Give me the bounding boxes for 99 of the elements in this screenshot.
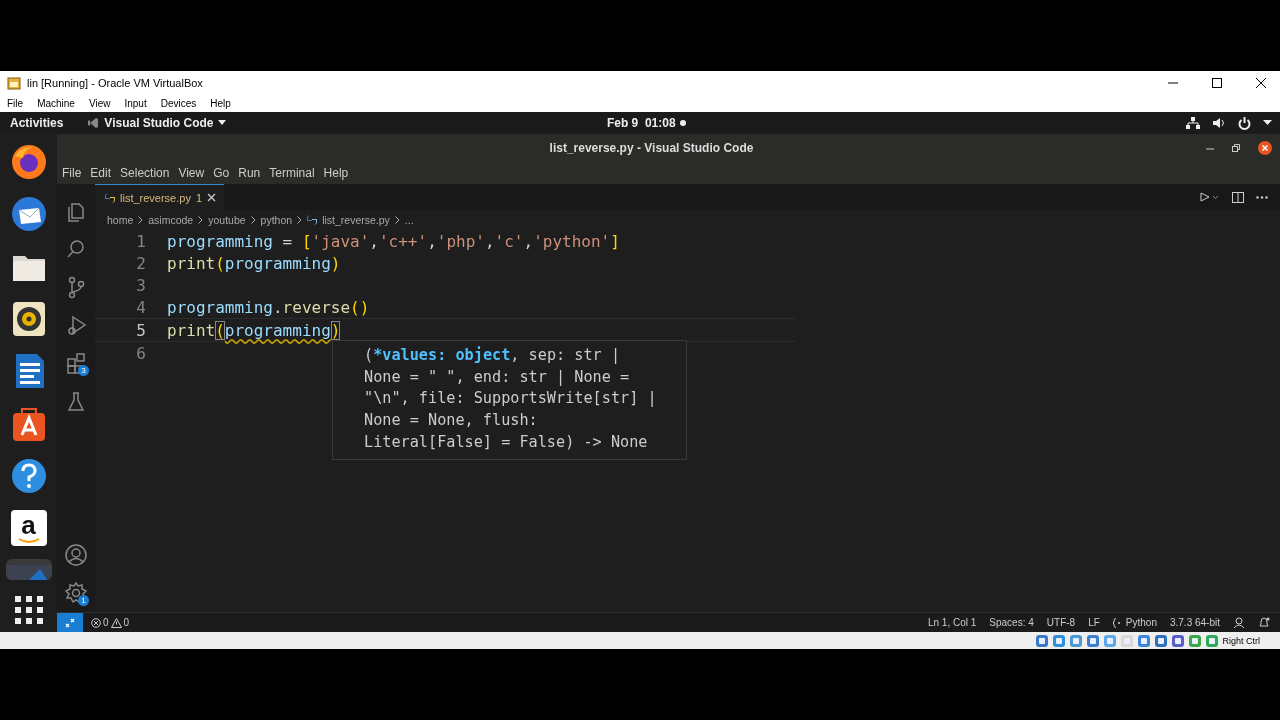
chevron-icon [198, 216, 204, 224]
encoding[interactable]: UTF-8 [1046, 617, 1076, 628]
interpreter[interactable]: 3.7.3 64-bit [1169, 617, 1220, 628]
mail-icon[interactable] [10, 196, 47, 233]
window-title: list_reverse.py - Visual Studio Code [548, 141, 755, 155]
menu-item[interactable]: Help [323, 166, 349, 180]
menu-item[interactable]: View [178, 166, 205, 180]
signature-text: None = None, flush: [364, 410, 539, 432]
count-badge: 3 [78, 365, 89, 376]
menu-item[interactable]: Devices [160, 97, 197, 109]
host-key-label: Right Ctrl [1222, 635, 1260, 646]
activities-button[interactable]: Activities [10, 116, 64, 130]
breadcrumb[interactable]: python [260, 214, 293, 226]
code-line: print(programming) [167, 253, 341, 273]
window-title: lin [Running] - Oracle VM VirtualBox [27, 76, 203, 89]
menu-item[interactable]: Machine [37, 97, 75, 109]
code-line: programming.reverse() [167, 297, 370, 317]
virtualization-icon[interactable] [1171, 633, 1186, 648]
run-icon[interactable] [1200, 192, 1220, 202]
signature-text: (*values: object, sep: str | [364, 345, 622, 366]
error-icon[interactable] [91, 617, 101, 628]
indentation[interactable]: Spaces: 4 [989, 617, 1034, 628]
help-icon[interactable] [10, 458, 47, 495]
tab-label: list_reverse.py [120, 191, 191, 204]
menu-item[interactable]: Run [238, 166, 261, 180]
app-icon [7, 75, 21, 90]
menu-item[interactable]: Edit [90, 166, 112, 180]
problem-count: 1 [195, 191, 203, 204]
menu-item[interactable]: File [7, 97, 24, 109]
line-number: 1 [135, 231, 146, 251]
power-icon[interactable] [1238, 116, 1251, 130]
maximize-icon[interactable] [1210, 76, 1224, 89]
launcher-icon[interactable]: a [10, 510, 47, 547]
python-file-icon [307, 215, 318, 225]
mouse-integration-icon[interactable] [1188, 633, 1203, 648]
smile-icon [17, 538, 40, 545]
menu-item[interactable]: Input [124, 97, 147, 109]
extensions-icon[interactable] [64, 351, 88, 375]
code-line: print(programming) [167, 320, 341, 340]
python-file-icon [105, 192, 115, 203]
warning-count[interactable]: 0 [123, 617, 130, 628]
menu-item[interactable]: File [62, 166, 82, 180]
feedback-icon[interactable] [1233, 616, 1245, 629]
caret-icon [218, 120, 227, 126]
signature-text: "\n", file: SupportsWrite[str] | [364, 388, 658, 410]
clock[interactable]: Feb 9 01:08 [606, 116, 676, 130]
close-icon[interactable] [1258, 141, 1272, 155]
caret-icon[interactable] [1263, 120, 1272, 126]
app-menu[interactable]: Visual Studio Code [104, 116, 214, 130]
chevron-icon [297, 216, 303, 224]
chevron-icon [250, 216, 256, 224]
speaker-icon[interactable] [10, 301, 47, 338]
menu-item[interactable]: Terminal [269, 166, 315, 180]
display-icon[interactable] [1137, 633, 1152, 648]
signature-text: Literal[False] = False) -> None [364, 431, 649, 453]
menu-item[interactable]: View [88, 97, 111, 109]
line-number: 3 [135, 275, 146, 295]
audio-icon[interactable] [1069, 633, 1084, 648]
network-icon[interactable] [1186, 117, 1200, 129]
braces-icon [1112, 617, 1122, 628]
video-capture-icon[interactable] [1154, 633, 1169, 648]
split-editor-icon[interactable] [1232, 191, 1244, 203]
menu-item[interactable]: Help [210, 97, 231, 109]
restore-icon[interactable] [1232, 144, 1240, 152]
breadcrumb[interactable]: home [107, 214, 134, 226]
line-number: 2 [135, 253, 146, 273]
line-number: 6 [135, 343, 146, 363]
app-logo-icon [87, 117, 100, 129]
shopping-bag-icon[interactable] [10, 405, 47, 442]
volume-icon[interactable] [1212, 117, 1226, 129]
breadcrumb[interactable]: asimcode [148, 214, 194, 226]
keyboard-icon[interactable] [1205, 633, 1220, 648]
line-number: 5 [135, 320, 146, 340]
error-count[interactable]: 0 [103, 617, 109, 628]
file-tab[interactable]: list_reverse.py 1 [95, 184, 225, 210]
breadcrumb[interactable]: list_reverse.py [322, 214, 390, 226]
warning-icon[interactable] [110, 617, 122, 628]
more-icon[interactable] [1256, 195, 1268, 199]
line-ending[interactable]: LF [1088, 617, 1100, 628]
dot-icon [679, 120, 686, 126]
account-icon[interactable] [64, 543, 88, 567]
chevron-icon [138, 216, 144, 224]
breadcrumb[interactable]: ... [404, 214, 414, 226]
signature-text: None = " ", end: str | None = [364, 366, 631, 388]
menu-item[interactable]: Selection [120, 166, 170, 180]
breadcrumb[interactable]: youtube [208, 214, 246, 226]
notification-icon[interactable] [1258, 616, 1270, 629]
remote-icon [65, 617, 75, 628]
close-icon[interactable] [1254, 76, 1268, 89]
settings-icon[interactable] [64, 581, 88, 605]
browser-icon[interactable] [10, 144, 47, 181]
line-number: 4 [135, 297, 146, 317]
cursor-position[interactable]: Ln 1, Col 1 [927, 617, 977, 628]
menu-item[interactable]: Go [213, 166, 230, 180]
code-line: programming = ['java','c++','php','c','python'] [167, 231, 620, 251]
count-badge: 1 [78, 595, 89, 606]
chevron-icon [394, 216, 400, 224]
language-mode[interactable]: Python [1125, 617, 1157, 628]
remote-button[interactable] [57, 613, 83, 632]
